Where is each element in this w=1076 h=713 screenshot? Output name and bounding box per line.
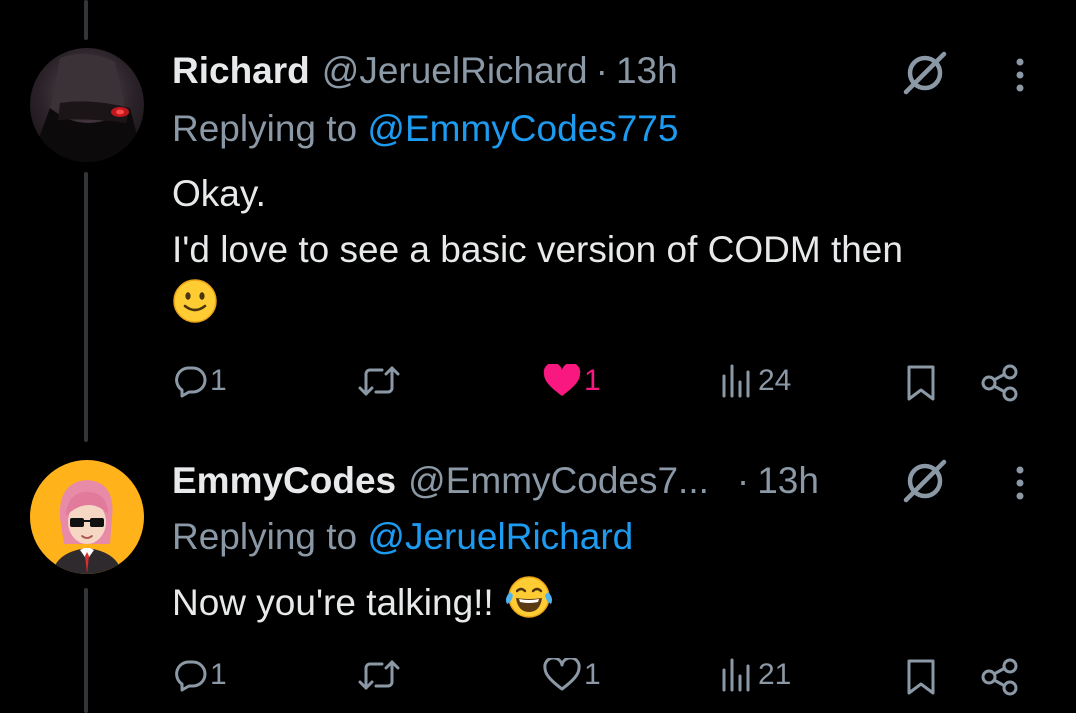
views-button[interactable]: 24	[720, 364, 791, 398]
retweet-button[interactable]	[358, 658, 402, 692]
tweet-actions: 1 1 24	[0, 358, 1076, 406]
replying-to-label: Replying to	[172, 516, 358, 557]
reply-button[interactable]: 1	[174, 364, 227, 398]
retweet-icon	[358, 660, 400, 690]
tweet-richard[interactable]: Richard @JeruelRichard · 13h Replying to…	[0, 0, 1076, 430]
like-count: 1	[584, 658, 601, 691]
views-button[interactable]: 21	[720, 658, 791, 692]
share-icon	[981, 658, 1018, 696]
avatar[interactable]	[30, 460, 144, 574]
tweet-header: Richard @JeruelRichard · 13h	[172, 48, 678, 94]
tweet-emmycodes[interactable]: EmmyCodes @EmmyCodes7... · 13h Replying …	[0, 440, 1076, 713]
replying-to-mention[interactable]: @EmmyCodes775	[367, 108, 678, 149]
retweet-icon	[358, 366, 400, 396]
display-name[interactable]: Richard	[172, 50, 310, 92]
slightly-smiling-face-icon	[172, 278, 218, 340]
reply-count: 1	[210, 658, 227, 691]
like-button[interactable]: 1	[542, 658, 601, 692]
view-count: 21	[758, 658, 792, 691]
tweet-actions: 1 1 21	[0, 652, 1076, 700]
like-count: 1	[584, 364, 601, 397]
bookmark-icon	[907, 365, 935, 401]
separator-dot: ·	[595, 50, 608, 91]
more-options-icon[interactable]	[1013, 56, 1027, 96]
bookmark-button[interactable]	[904, 658, 938, 696]
views-chart-icon	[722, 364, 750, 398]
reply-count: 1	[210, 364, 227, 397]
views-chart-icon	[722, 658, 750, 692]
tweet-text: Now you're talking!!	[172, 574, 554, 636]
tweet-text-line: Okay.	[172, 173, 266, 214]
heart-filled-icon	[543, 364, 581, 396]
tweet-text-line: I'd love to see a basic version of CODM …	[172, 229, 903, 270]
share-icon	[981, 364, 1018, 402]
user-handle[interactable]: @EmmyCodes7...	[408, 460, 709, 502]
retweet-button[interactable]	[358, 364, 402, 398]
reply-button[interactable]: 1	[174, 658, 227, 692]
grok-icon[interactable]	[900, 48, 950, 98]
tweet-text-line: Now you're talking!!	[172, 581, 494, 623]
more-options-icon[interactable]	[1013, 464, 1027, 504]
view-count: 24	[758, 364, 792, 397]
tweet-header: EmmyCodes @EmmyCodes7... · 13h	[172, 458, 819, 504]
tweet-text: Okay. I'd love to see a basic version of…	[172, 166, 903, 340]
replying-to-line: Replying to @JeruelRichard	[172, 516, 633, 558]
heart-outline-icon	[543, 658, 581, 691]
replying-to-mention[interactable]: @JeruelRichard	[367, 516, 633, 557]
replying-to-label: Replying to	[172, 108, 358, 149]
timestamp[interactable]: 13h	[757, 460, 819, 502]
user-handle[interactable]: @JeruelRichard	[322, 50, 588, 92]
share-button[interactable]	[980, 364, 1020, 402]
bookmark-icon	[907, 659, 935, 695]
emoji-line	[172, 278, 903, 340]
face-with-tears-of-joy-icon	[504, 574, 554, 636]
replying-to-line: Replying to @EmmyCodes775	[172, 108, 678, 150]
reply-icon	[175, 660, 207, 692]
display-name[interactable]: EmmyCodes	[172, 460, 396, 502]
timestamp[interactable]: 13h	[616, 50, 678, 92]
grok-icon[interactable]	[900, 456, 950, 506]
share-button[interactable]	[980, 658, 1020, 696]
like-button[interactable]: 1	[542, 364, 601, 398]
avatar[interactable]	[30, 48, 144, 162]
bookmark-button[interactable]	[904, 364, 938, 402]
separator-dot: ·	[736, 460, 750, 501]
reply-icon	[175, 366, 207, 398]
